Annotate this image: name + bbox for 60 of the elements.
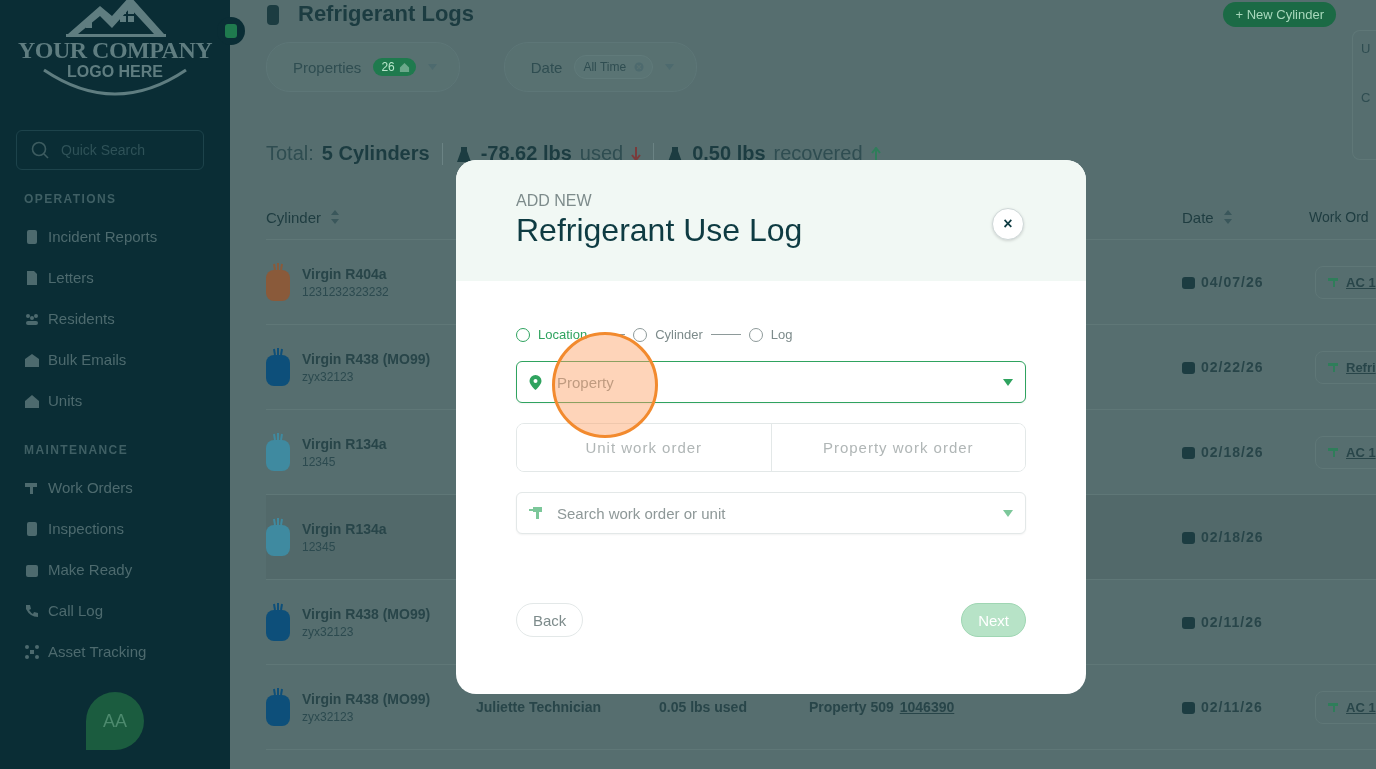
nav-item[interactable]: Incident Reports xyxy=(0,216,230,257)
nav-item[interactable]: Inspections xyxy=(0,508,230,549)
caret-icon xyxy=(1003,510,1013,517)
file-icon xyxy=(24,269,40,286)
drill-icon xyxy=(1328,361,1340,373)
nav-item[interactable]: Asset Tracking xyxy=(0,631,230,672)
segment-tab[interactable]: Property work order xyxy=(770,424,1025,471)
nav-item[interactable]: Letters xyxy=(0,257,230,298)
calendar-icon xyxy=(1182,275,1195,289)
step-indicator: Location xyxy=(516,327,588,342)
count-badge: 26 xyxy=(373,58,416,76)
calendar-icon xyxy=(1182,615,1195,629)
drill-icon xyxy=(1328,446,1340,458)
weight-icon xyxy=(454,144,473,163)
calendar-icon xyxy=(1182,360,1195,374)
page-title: Refrigerant Logs xyxy=(298,2,475,26)
logo-text: YOUR COMPANY xyxy=(17,38,213,62)
calendar-icon xyxy=(1182,700,1195,714)
column-header[interactable]: Cylinder xyxy=(266,208,322,226)
caret-icon xyxy=(1003,379,1013,386)
recovered-amount: 0.50 lbs xyxy=(692,142,766,165)
close-button[interactable]: × xyxy=(992,208,1024,240)
search-icon xyxy=(31,141,49,159)
calendar-icon xyxy=(1182,445,1195,459)
logo-text: LOGO HERE xyxy=(67,62,163,82)
location-pin-icon xyxy=(529,375,542,390)
document-icon xyxy=(24,228,40,245)
drill-icon xyxy=(1328,701,1340,713)
nav-item[interactable]: Bulk Emails xyxy=(0,339,230,380)
sort-icon xyxy=(1223,210,1232,224)
nodes-icon xyxy=(24,643,40,660)
column-header[interactable]: Date xyxy=(1182,208,1214,226)
cylinder-count: 5 Cylinders xyxy=(321,142,430,165)
nav-item[interactable]: Call Log xyxy=(0,590,230,631)
nav-item[interactable]: Units xyxy=(0,380,230,421)
calendar-icon xyxy=(1182,530,1195,544)
nav-item[interactable]: Residents xyxy=(0,298,230,339)
used-amount: -78.62 lbs xyxy=(480,142,572,165)
drill-icon xyxy=(1328,276,1340,288)
step-indicator: Log xyxy=(748,327,793,342)
document-icon xyxy=(24,520,40,537)
sort-icon xyxy=(331,210,340,224)
down-arrow-icon xyxy=(631,146,642,161)
phone-icon xyxy=(24,602,40,619)
step-indicator: Cylinder xyxy=(633,327,703,342)
modal-title: Refrigerant Use Log xyxy=(516,212,803,249)
nav-item[interactable]: Work Orders xyxy=(0,467,230,508)
envelope-icon xyxy=(24,351,40,368)
modal-eyebrow: ADD NEW xyxy=(516,192,593,210)
nav-item[interactable]: Make Ready xyxy=(0,549,230,590)
work-order-search-field[interactable]: Search work order or unit xyxy=(516,492,1026,534)
cylinder-icon xyxy=(266,3,280,25)
home-icon xyxy=(398,61,410,73)
home-icon xyxy=(24,392,40,409)
up-arrow-icon xyxy=(870,146,881,161)
column-header: Work Ord xyxy=(1309,209,1370,225)
new-cylinder-button[interactable]: + New Cylinder xyxy=(1223,2,1336,27)
property-dropdown[interactable]: Property xyxy=(516,361,1026,403)
drill-icon xyxy=(529,506,545,520)
back-button[interactable]: Back xyxy=(516,603,584,637)
